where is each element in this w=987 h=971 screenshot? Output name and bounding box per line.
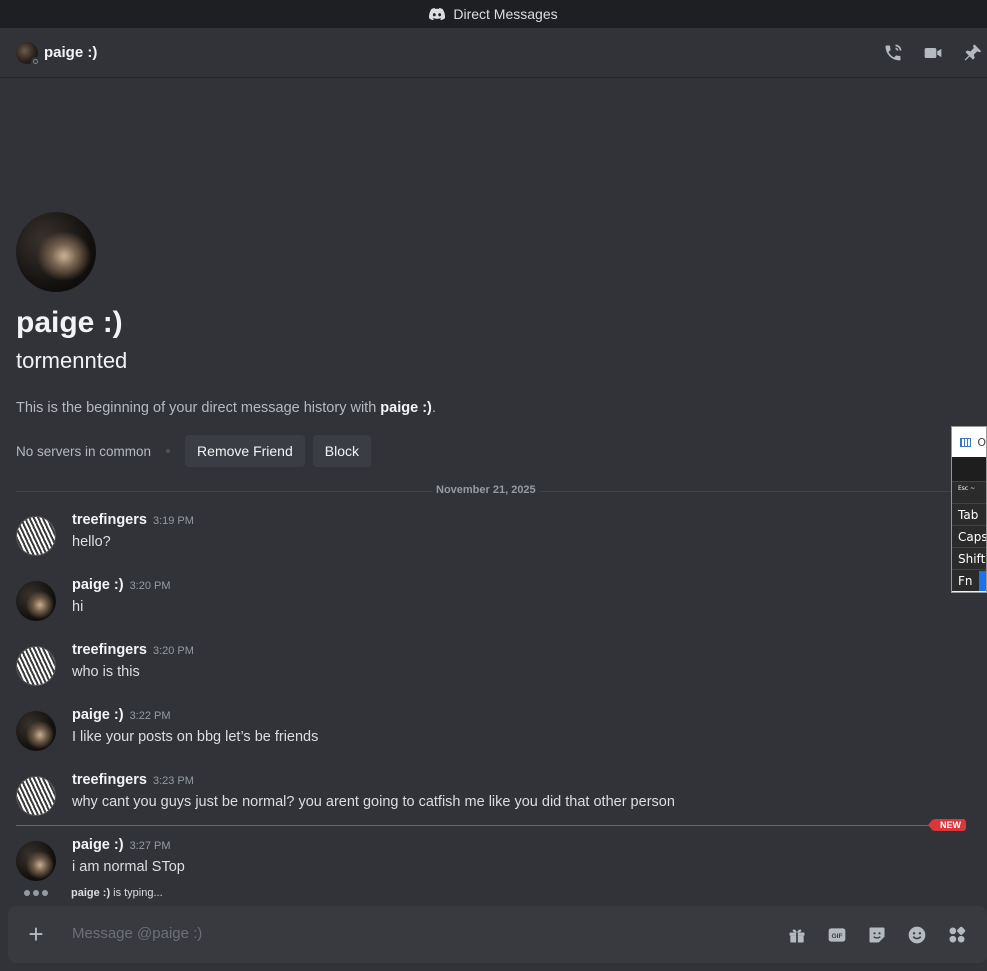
window-titlebar: Direct Messages [0,0,987,28]
key-shift[interactable]: Shift [952,547,986,569]
message-timestamp: 3:22 PM [129,710,171,722]
mutual-servers-text: No servers in common [16,443,152,459]
message-timestamp: 3:19 PM [152,515,194,527]
upload-plus-icon[interactable]: + [24,921,48,947]
video-call-icon[interactable] [923,43,943,63]
profile-username: tormennted [16,348,128,373]
message-item[interactable]: paige :) 3:22 PM I like your posts on bbg… [16,707,946,757]
message-item[interactable]: treefingers 3:20 PM who is this [16,642,946,692]
key-ctrl-highlight[interactable] [978,570,986,591]
separator-dot [166,449,171,453]
message-content: i am normal STop [72,859,185,875]
message-timestamp: 3:20 PM [129,580,171,592]
message-author[interactable]: paige :) [72,837,124,853]
intro-description: This is the beginning of your direct mes… [16,400,436,416]
svg-text:GIF: GIF [831,933,842,940]
pin-icon[interactable] [963,43,983,63]
new-badge: NEW [928,819,966,831]
new-messages-divider: NEW [16,819,966,831]
window-title: Direct Messages [453,6,558,22]
profile-avatar[interactable] [16,212,96,292]
discord-logo-icon [429,8,446,20]
dm-intro: paige :) tormennted [16,212,127,374]
keyboard-icon [960,437,972,447]
remove-friend-button[interactable]: Remove Friend [185,435,305,467]
treefingers-avatar[interactable] [16,516,56,556]
paige-avatar[interactable] [16,841,56,881]
typing-text: is typing... [113,887,163,899]
dm-header: paige :) [0,28,987,78]
key-esc[interactable]: Esc ~ [952,481,986,503]
message-content: hello? [72,534,111,550]
key-tab[interactable]: Tab [952,503,986,525]
message-author[interactable]: paige :) [72,577,124,593]
typing-user: paige :) [71,887,111,899]
sticker-icon[interactable] [865,923,889,947]
message-item[interactable]: treefingers 3:23 PM why cant you guys jus… [16,772,946,822]
intro-actions: No servers in common Remove Friend Block [16,435,379,467]
date-divider: November 21, 2025 [16,484,966,496]
message-item[interactable]: paige :) 3:27 PM i am normal STop [16,837,946,887]
intro-description-name: paige :) [380,400,432,416]
message-timestamp: 3:27 PM [129,840,171,852]
apps-icon[interactable] [945,923,969,947]
keyboard-title: O [977,435,986,449]
key-fn[interactable]: Fn [952,569,986,591]
gift-icon[interactable] [785,923,809,947]
paige-avatar[interactable] [16,711,56,751]
header-avatar[interactable] [16,41,40,66]
message-input[interactable]: Message @paige :) [72,925,202,942]
typing-dots-icon [24,890,48,896]
offline-status-icon [31,56,40,66]
message-content: hi [72,599,84,615]
block-button[interactable]: Block [312,435,371,467]
composer-tools: GIF [785,923,969,947]
message-author[interactable]: treefingers [72,512,147,528]
message-item[interactable]: treefingers 3:19 PM hello? [16,512,946,562]
treefingers-avatar[interactable] [16,646,56,686]
on-screen-keyboard[interactable]: O Esc ~ Tab Caps Shift Fn [951,426,987,593]
message-author[interactable]: treefingers [72,642,147,658]
message-item[interactable]: paige :) 3:20 PM hi [16,577,946,627]
message-content: why cant you guys just be normal? you ar… [72,794,675,810]
message-author[interactable]: treefingers [72,772,147,788]
emoji-icon[interactable] [905,923,929,947]
message-timestamp: 3:20 PM [152,645,194,657]
profile-display-name: paige :) [16,306,123,339]
message-timestamp: 3:23 PM [152,775,194,787]
message-author[interactable]: paige :) [72,707,124,723]
message-composer[interactable]: + Message @paige :) GIF [8,906,987,963]
gif-icon[interactable]: GIF [825,923,849,947]
message-content: who is this [72,664,140,680]
typing-indicator: paige :) is typing... [24,887,163,899]
key-caps[interactable]: Caps [952,525,986,547]
header-name[interactable]: paige :) [44,44,97,61]
header-toolbar [883,28,987,78]
voice-call-icon[interactable] [883,43,903,63]
message-content: I like your posts on bbg let’s be friend… [72,729,319,745]
treefingers-avatar[interactable] [16,776,56,816]
paige-avatar[interactable] [16,581,56,621]
date-divider-label: November 21, 2025 [432,484,540,496]
